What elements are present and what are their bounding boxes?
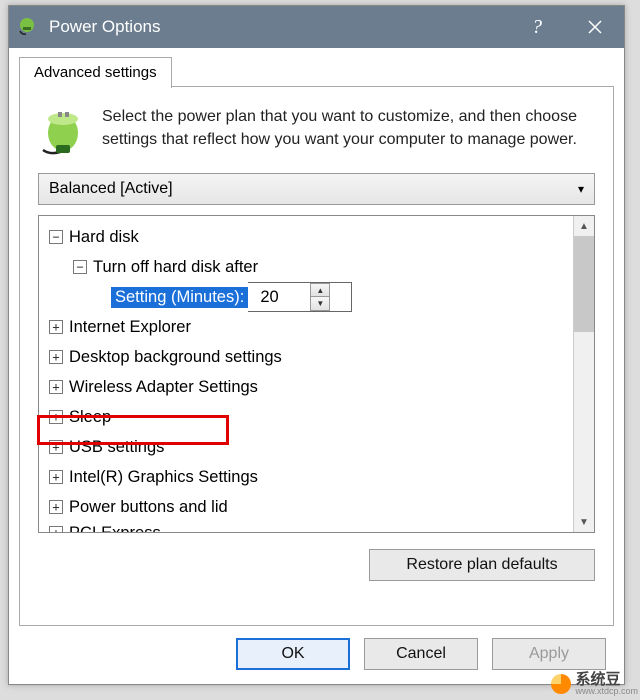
tree-label: Hard disk xyxy=(69,228,139,247)
expand-icon[interactable]: + xyxy=(49,470,63,484)
tree-item-power-buttons[interactable]: + Power buttons and lid xyxy=(45,492,569,522)
expand-icon[interactable]: + xyxy=(49,350,63,364)
intro-row: Select the power plan that you want to c… xyxy=(38,105,595,155)
titlebar[interactable]: Power Options ? xyxy=(9,6,624,48)
expand-icon[interactable]: + xyxy=(49,320,63,334)
tree-label: Wireless Adapter Settings xyxy=(69,378,258,397)
spinner-up-icon[interactable]: ▲ xyxy=(311,284,329,297)
power-options-dialog: Power Options ? Advanced settings Select… xyxy=(8,5,625,685)
close-button[interactable] xyxy=(566,6,624,48)
expand-icon[interactable]: + xyxy=(49,500,63,514)
expand-icon[interactable]: + xyxy=(49,440,63,454)
tree-label: Sleep xyxy=(69,408,111,427)
collapse-icon[interactable]: − xyxy=(73,260,87,274)
tree-item-pci-express[interactable]: + PCI Express xyxy=(45,522,569,532)
scroll-up-icon[interactable]: ▲ xyxy=(574,216,594,236)
power-plan-select[interactable]: Balanced [Active] ▾ xyxy=(38,173,595,205)
restore-defaults-button[interactable]: Restore plan defaults xyxy=(369,549,595,581)
tree-item-usb-settings[interactable]: + USB settings xyxy=(45,432,569,462)
watermark-text: 系统豆 xyxy=(575,672,638,687)
tree-item-setting-minutes[interactable]: Setting (Minutes): 20 ▲ ▼ xyxy=(45,282,569,312)
apply-button: Apply xyxy=(492,638,606,670)
setting-minutes-label: Setting (Minutes): xyxy=(111,287,248,308)
expand-icon[interactable]: + xyxy=(49,526,63,532)
ok-button[interactable]: OK xyxy=(236,638,350,670)
help-button[interactable]: ? xyxy=(508,6,566,48)
setting-minutes-value[interactable]: 20 xyxy=(256,288,310,307)
tree-item-intel-graphics[interactable]: + Intel(R) Graphics Settings xyxy=(45,462,569,492)
chevron-down-icon: ▾ xyxy=(578,182,584,196)
settings-tree[interactable]: − Hard disk − Turn off hard disk after S… xyxy=(39,216,573,532)
tree-label: Internet Explorer xyxy=(69,318,191,337)
tabstrip: Advanced settings xyxy=(19,56,614,87)
expand-icon[interactable]: + xyxy=(49,380,63,394)
tree-item-internet-explorer[interactable]: + Internet Explorer xyxy=(45,312,569,342)
tree-label: Desktop background settings xyxy=(69,348,282,367)
tree-item-sleep[interactable]: + Sleep xyxy=(45,402,569,432)
battery-icon xyxy=(38,105,88,155)
tab-advanced-settings[interactable]: Advanced settings xyxy=(19,57,172,88)
tree-item-wireless-adapter[interactable]: + Wireless Adapter Settings xyxy=(45,372,569,402)
watermark-url: www.xtdcp.com xyxy=(575,687,638,696)
tree-item-hard-disk[interactable]: − Hard disk xyxy=(45,222,569,252)
settings-tree-container: − Hard disk − Turn off hard disk after S… xyxy=(38,215,595,533)
tree-label: Power buttons and lid xyxy=(69,498,228,517)
scroll-down-icon[interactable]: ▼ xyxy=(574,512,594,532)
tab-content: Select the power plan that you want to c… xyxy=(19,87,614,626)
power-plan-label: Balanced [Active] xyxy=(49,180,173,198)
scrollbar-thumb[interactable] xyxy=(574,236,594,332)
tree-item-turn-off-hard-disk[interactable]: − Turn off hard disk after xyxy=(45,252,569,282)
power-plug-icon xyxy=(19,17,39,37)
minutes-spinner[interactable]: ▲ ▼ xyxy=(310,283,330,311)
tree-scrollbar[interactable]: ▲ ▼ xyxy=(573,216,594,532)
expand-icon[interactable]: + xyxy=(49,410,63,424)
dialog-footer: OK Cancel Apply xyxy=(9,634,624,684)
intro-text: Select the power plan that you want to c… xyxy=(102,105,595,155)
cancel-button[interactable]: Cancel xyxy=(364,638,478,670)
collapse-icon[interactable]: − xyxy=(49,230,63,244)
tree-item-desktop-background[interactable]: + Desktop background settings xyxy=(45,342,569,372)
tree-label: USB settings xyxy=(69,438,164,457)
tree-label: Turn off hard disk after xyxy=(93,258,258,277)
watermark-logo-icon xyxy=(551,674,571,694)
spinner-down-icon[interactable]: ▼ xyxy=(311,297,329,310)
tree-label: PCI Express xyxy=(69,524,161,533)
tree-label: Intel(R) Graphics Settings xyxy=(69,468,258,487)
window-title: Power Options xyxy=(49,17,161,37)
watermark: 系统豆 www.xtdcp.com xyxy=(551,672,638,696)
